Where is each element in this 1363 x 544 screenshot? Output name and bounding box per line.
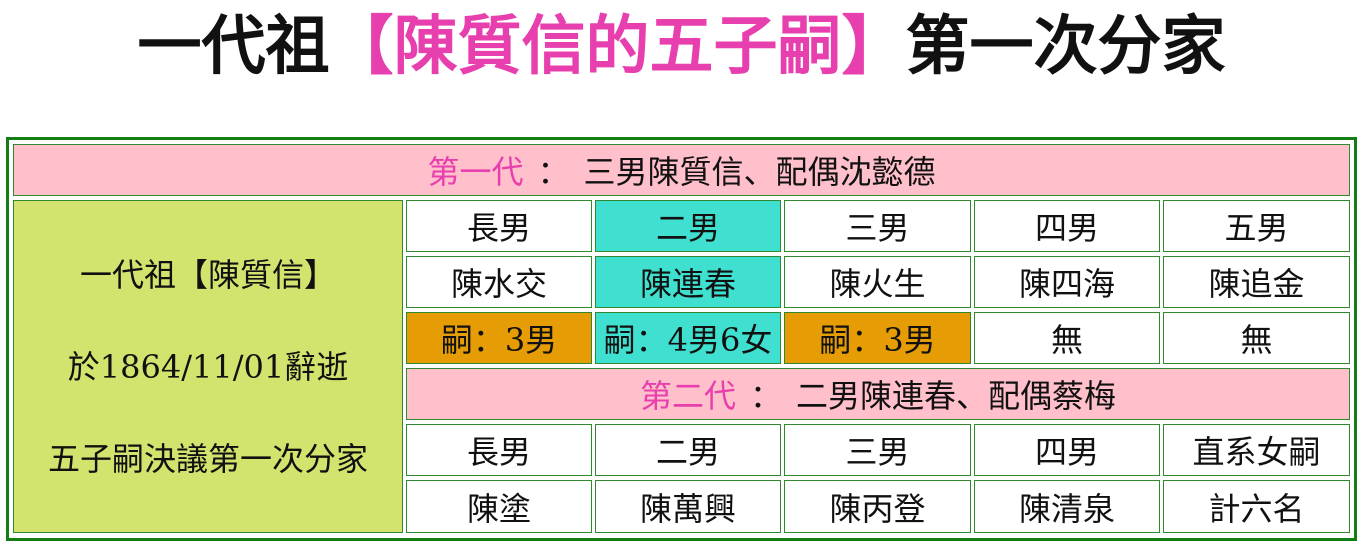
grandson-name-3: 陳丙登 <box>784 480 971 533</box>
son-name-3: 陳火生 <box>784 256 971 308</box>
title-suffix: 第一次分家 <box>905 10 1226 84</box>
grandson-name-5: 計六名 <box>1163 480 1350 533</box>
son-rank-2: 二男 <box>595 200 781 252</box>
page-title: 一代祖【陳質信的五子嗣】第一次分家 <box>0 2 1363 92</box>
son-name-1: 陳水交 <box>406 256 592 308</box>
family-table: 第一代 ： 三男陳質信、配偶沈懿德 一代祖【陳質信】 於1864/11/01辭逝… <box>6 137 1357 541</box>
ancestor-line3: 五子嗣決議第一次分家 <box>47 439 368 478</box>
grandson-rank-2: 二男 <box>595 424 781 476</box>
generation1-text: 三男陳質信、配偶沈懿德 <box>583 153 936 191</box>
generation2-label: 第二代 <box>639 377 736 415</box>
son-heir-1: 嗣：3男 <box>406 312 592 364</box>
son-heir-5: 無 <box>1163 312 1350 364</box>
grandson-rank-4: 四男 <box>974 424 1160 476</box>
grandson-name-1: 陳塗 <box>406 480 592 533</box>
grandson-name-4: 陳清泉 <box>974 480 1160 533</box>
title-prefix: 一代祖 <box>137 10 330 84</box>
generation1-sep: ： <box>537 153 570 191</box>
ancestor-cell: 一代祖【陳質信】 於1864/11/01辭逝 五子嗣決議第一次分家 <box>13 200 403 533</box>
ancestor-line2: 於1864/11/01辭逝 <box>67 347 349 386</box>
generation2-header: 第二代 ： 二男陳連春、配偶蔡梅 <box>406 368 1350 420</box>
grandson-name-2: 陳萬興 <box>595 480 781 533</box>
son-name-4: 陳四海 <box>974 256 1160 308</box>
son-rank-1: 長男 <box>406 200 592 252</box>
son-heir-3: 嗣：3男 <box>784 312 971 364</box>
son-rank-3: 三男 <box>784 200 971 252</box>
generation1-label: 第一代 <box>427 153 524 191</box>
grandson-rank-1: 長男 <box>406 424 592 476</box>
grandson-rank-3: 三男 <box>784 424 971 476</box>
son-name-2: 陳連春 <box>595 256 781 308</box>
generation1-header: 第一代 ： 三男陳質信、配偶沈懿德 <box>13 144 1350 196</box>
generation2-sep: ： <box>749 377 782 415</box>
son-rank-5: 五男 <box>1163 200 1350 252</box>
son-heir-2: 嗣：4男6女 <box>595 312 781 364</box>
generation2-text: 二男陳連春、配偶蔡梅 <box>796 377 1117 415</box>
grandson-rank-5: 直系女嗣 <box>1163 424 1350 476</box>
title-highlight: 【陳質信的五子嗣】 <box>329 10 906 84</box>
son-heir-4: 無 <box>974 312 1160 364</box>
ancestor-line1: 一代祖【陳質信】 <box>79 255 336 294</box>
son-rank-4: 四男 <box>974 200 1160 252</box>
son-name-5: 陳追金 <box>1163 256 1350 308</box>
